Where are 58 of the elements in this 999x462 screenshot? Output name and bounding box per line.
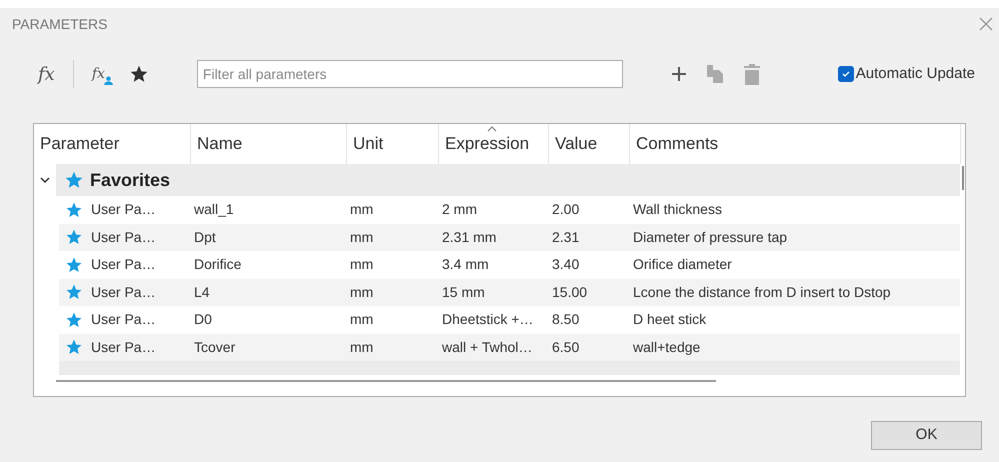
star-icon[interactable] [65, 283, 83, 302]
table-cell: Tcover [194, 338, 236, 355]
check-icon [840, 69, 851, 79]
table-cell-text: User Pa… [91, 310, 156, 330]
table-cell: mm [350, 311, 374, 328]
close-icon[interactable] [979, 17, 993, 31]
table-cell: wall + Twhol… [442, 338, 532, 355]
table-cell: wall+tedge [633, 338, 700, 355]
table-cell: mm [350, 201, 374, 218]
table-cell: Lcone the distance from D insert to Dstop [633, 284, 891, 300]
table-cell-text: User Pa… [91, 228, 156, 247]
table-cell: 8.50 [552, 311, 580, 328]
table-cell: 2.00 [552, 201, 580, 218]
table-cell: wall_1 [194, 201, 234, 218]
table-cell: 2.31 [552, 228, 580, 245]
star-icon[interactable] [65, 228, 83, 246]
horizontal-scrollbar[interactable] [56, 380, 716, 382]
checkbox[interactable] [838, 66, 854, 82]
table-cell: 3.40 [552, 256, 580, 272]
table-cell: D heet stick [633, 311, 706, 328]
formula-icon[interactable]: fx [38, 60, 55, 88]
table-cell: mm [350, 338, 374, 355]
ok-button[interactable]: OK [871, 421, 982, 450]
table-cell: Dpt [194, 228, 216, 245]
table-cell-text: User Pa… [91, 200, 156, 220]
table-cell: Wall thickness [633, 201, 722, 218]
table-cell: Orifice diameter [633, 256, 732, 272]
table-cell: Dorifice [194, 256, 242, 272]
star-icon[interactable] [65, 310, 83, 329]
plus-icon[interactable] [670, 66, 687, 82]
star-icon[interactable] [65, 338, 83, 356]
trash-icon[interactable] [742, 63, 761, 85]
sort-icon [487, 126, 497, 132]
group-label: Favorites [90, 168, 170, 192]
table-cell-text: User Pa… [91, 255, 156, 274]
table-cell: mm [350, 256, 374, 272]
star-icon[interactable] [64, 170, 84, 190]
table-cell: mm [350, 228, 374, 245]
table-cell-text: User Pa… [91, 338, 156, 357]
table-cell: Diameter of pressure tap [633, 228, 788, 245]
table-cell: 3.4 mm [442, 256, 489, 272]
table-cell: L4 [194, 284, 210, 300]
chevron-icon[interactable] [40, 175, 50, 185]
checkbox-label: Automatic Update [856, 64, 975, 84]
table-cell: 15.00 [552, 284, 588, 300]
table-cell: D0 [194, 311, 212, 328]
filter-field[interactable]: Filter all parameters [196, 60, 623, 88]
star-icon[interactable] [128, 64, 149, 84]
table-cell: 15 mm [442, 284, 485, 300]
table-cell: 2 mm [442, 201, 477, 218]
star-icon[interactable] [65, 256, 83, 274]
table-cell: 6.50 [552, 338, 580, 355]
table-cell: 2.31 mm [442, 228, 496, 245]
star-icon[interactable] [65, 200, 83, 219]
table-cell: Dheetstick +… [442, 311, 534, 328]
table-cell: mm [350, 284, 374, 300]
window-title: PARAMETERS [12, 14, 108, 34]
table-cell-text: User Pa… [91, 282, 156, 302]
